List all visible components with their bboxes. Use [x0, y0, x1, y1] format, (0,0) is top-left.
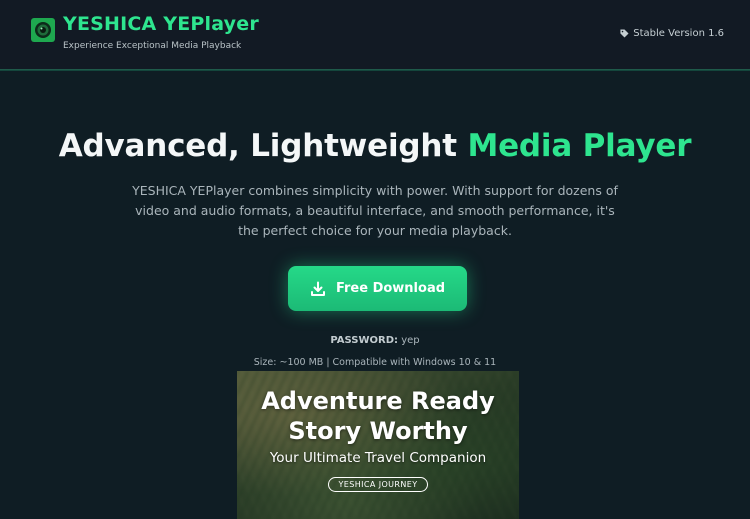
hero-description: YESHICA YEPlayer combines simplicity wit…: [132, 183, 618, 238]
version-text: Stable Version 1.6: [633, 28, 724, 39]
tag-icon: [620, 29, 629, 38]
hero-title: Advanced, Lightweight Media Player: [0, 128, 750, 164]
hero-title-main: Advanced, Lightweight: [58, 128, 468, 164]
brand-title[interactable]: YESHICA YEPlayer: [63, 13, 259, 35]
password-info: PASSWORD: yep: [0, 335, 750, 346]
password-label: PASSWORD:: [330, 335, 399, 346]
size-compatibility-info: Size: ~100 MB | Compatible with Windows …: [253, 357, 497, 368]
banner-badge: YESHICA JOURNEY: [328, 477, 428, 492]
download-icon: [310, 281, 325, 296]
hero-title-accent: Media Player: [467, 128, 692, 164]
download-label: Free Download: [335, 281, 446, 296]
promo-banner-image: Adventure Ready Story Worthy Your Ultima…: [237, 371, 519, 519]
banner-headline: Adventure Ready Story Worthy: [237, 386, 519, 446]
camera-lens-icon[interactable]: [31, 18, 55, 42]
brand-tagline: Experience Exceptional Media Playback: [63, 41, 242, 51]
banner-headline-line1: Adventure Ready: [261, 387, 495, 415]
banner-subtitle: Your Ultimate Travel Companion: [269, 450, 487, 466]
site-header: YESHICA YEPlayer Experience Exceptional …: [0, 0, 750, 70]
version-label: Stable Version 1.6: [620, 28, 724, 39]
free-download-button[interactable]: Free Download: [288, 266, 467, 311]
password-value: yep: [401, 335, 420, 346]
banner-headline-line2: Story Worthy: [288, 417, 468, 445]
